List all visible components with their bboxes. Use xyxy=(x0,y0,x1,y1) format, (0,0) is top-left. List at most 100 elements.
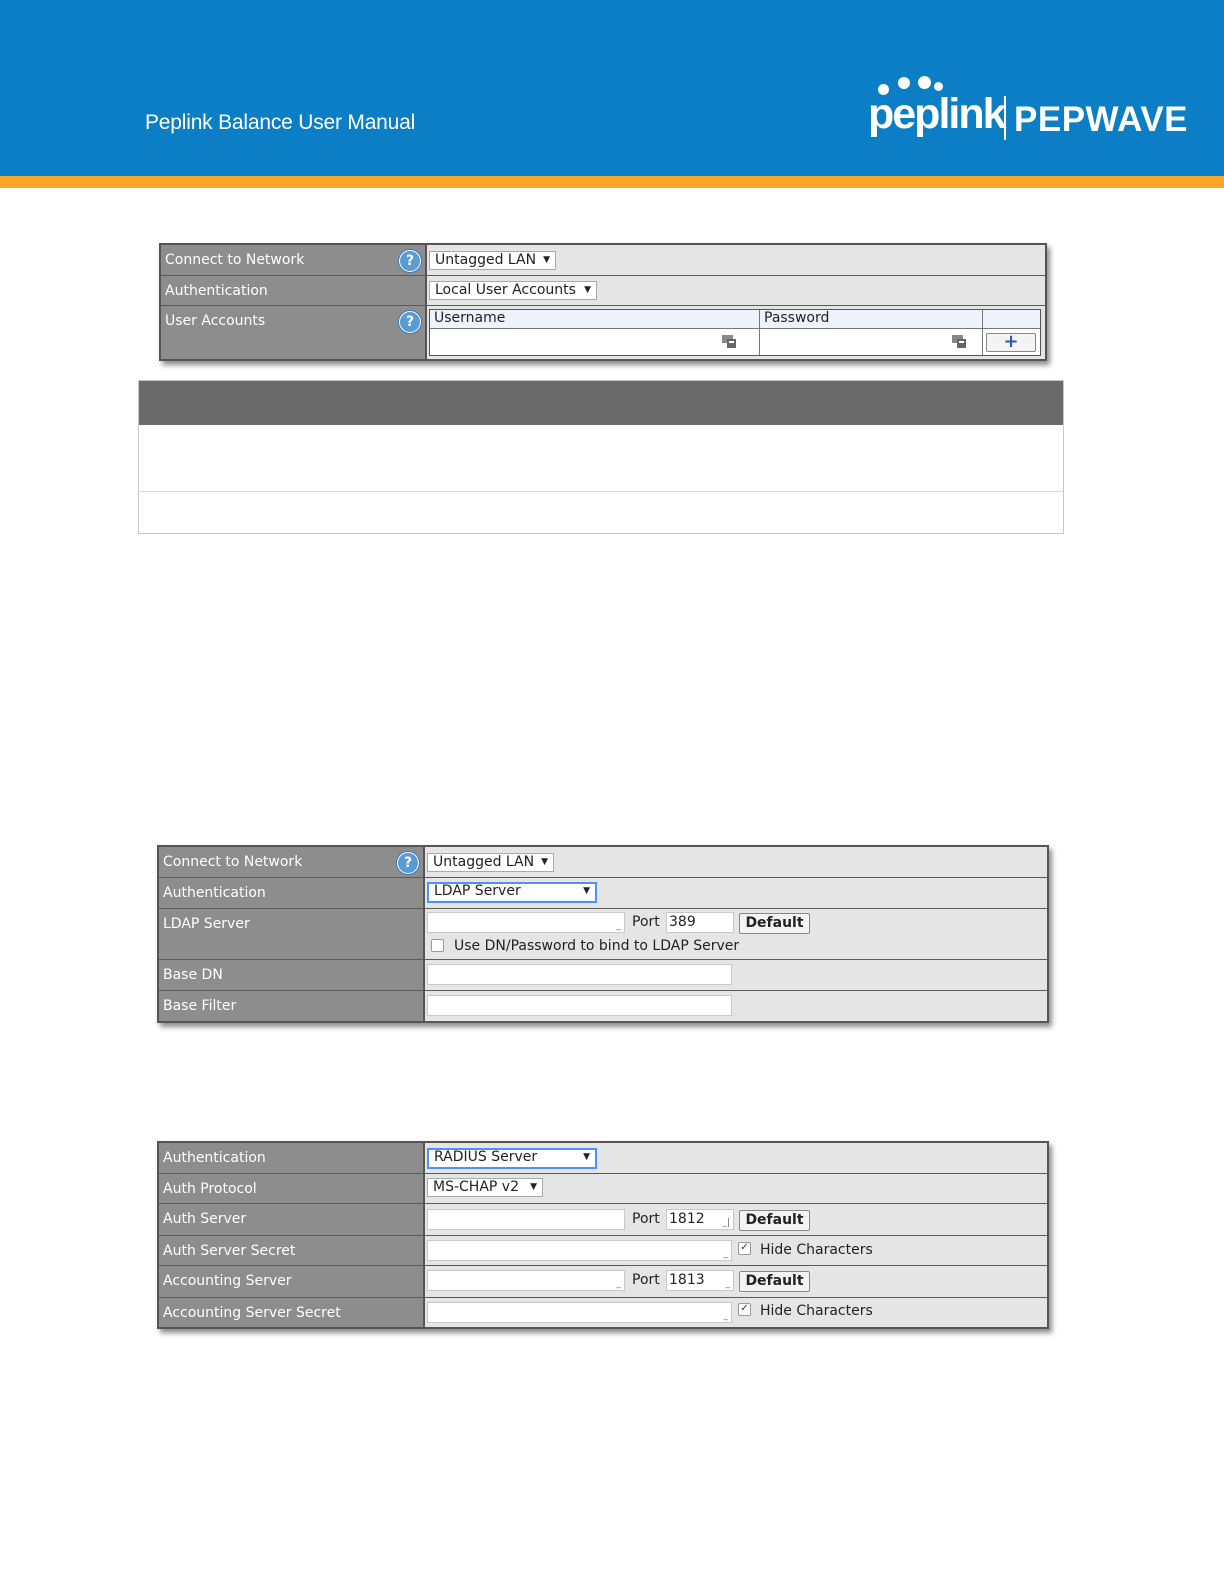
auth-protocol-label: Auth Protocol xyxy=(159,1174,425,1203)
hide-characters-checkbox[interactable]: ✓ xyxy=(738,1303,751,1316)
authentication-label: Authentication xyxy=(159,1143,425,1173)
base-filter-input[interactable] xyxy=(427,995,732,1016)
auth-secret-row: Auth Server Secret _ ✓ Hide Characters xyxy=(159,1236,1047,1266)
help-icon[interactable]: ? xyxy=(399,250,421,272)
auth-port-input[interactable]: 1812 _| xyxy=(666,1209,734,1230)
accounting-port-input[interactable]: 1813 _ xyxy=(666,1270,734,1291)
password-header: Password xyxy=(764,310,830,326)
ldap-port-input[interactable]: 389 xyxy=(666,912,734,933)
base-dn-value xyxy=(425,960,1047,990)
user-accounts-table: Username Password + xyxy=(427,306,1045,359)
authentication-select[interactable]: RADIUS Server ▼ xyxy=(427,1148,597,1169)
auth-secret-value: _ ✓ Hide Characters xyxy=(425,1236,1047,1265)
port-label: Port xyxy=(632,1272,660,1288)
connect-network-select[interactable]: Untagged LAN ▼ xyxy=(427,853,554,872)
manual-title: Peplink Balance User Manual xyxy=(145,111,416,134)
check-icon: ✓ xyxy=(740,1242,749,1253)
ldap-server-input[interactable]: _ xyxy=(427,912,625,933)
grid-divider xyxy=(759,310,760,355)
user-accounts-label: User Accounts ? xyxy=(161,306,427,359)
ldap-default-button[interactable]: Default xyxy=(739,913,810,934)
authentication-row: Authentication LDAP Server ▼ xyxy=(159,878,1047,909)
authentication-row: Authentication RADIUS Server ▼ xyxy=(159,1143,1047,1174)
base-filter-value xyxy=(425,991,1047,1021)
accounts-grid-header xyxy=(430,310,1040,329)
authentication-label: Authentication xyxy=(161,276,427,305)
keyboard-icon[interactable] xyxy=(952,334,966,348)
authentication-value: LDAP Server ▼ xyxy=(425,878,1047,908)
description-table-divider xyxy=(139,491,1063,492)
triangle-down-icon: ▼ xyxy=(583,1152,590,1162)
auth-secret-input[interactable]: _ xyxy=(427,1240,732,1261)
triangle-down-icon: ▼ xyxy=(584,285,591,295)
authentication-row: Authentication Local User Accounts ▼ xyxy=(161,276,1045,306)
user-accounts-row: User Accounts ? Username Password + xyxy=(161,306,1045,359)
base-dn-label: Base DN xyxy=(159,960,425,990)
bind-dn-checkbox[interactable] xyxy=(431,939,444,952)
add-account-button[interactable]: + xyxy=(986,333,1036,352)
port-label: Port xyxy=(632,1211,660,1227)
triangle-down-icon: ▼ xyxy=(543,255,550,265)
bind-dn-checkbox-label: Use DN/Password to bind to LDAP Server xyxy=(454,938,740,954)
auth-secret-label: Auth Server Secret xyxy=(159,1236,425,1265)
auth-protocol-row: Auth Protocol MS-CHAP v2 ▼ xyxy=(159,1174,1047,1204)
connect-network-value: Untagged LAN ▼ xyxy=(425,847,1047,877)
base-dn-row: Base DN xyxy=(159,960,1047,991)
hide-characters-label: Hide Characters xyxy=(760,1242,873,1258)
ldap-server-row: LDAP Server _ Port 389 Default Use DN/Pa… xyxy=(159,909,1047,960)
connect-network-label: Connect to Network ? xyxy=(161,245,427,275)
auth-protocol-value: MS-CHAP v2 ▼ xyxy=(425,1174,1047,1203)
triangle-down-icon: ▼ xyxy=(541,857,548,867)
auth-server-row: Auth Server Port 1812 _| Default xyxy=(159,1204,1047,1236)
base-filter-row: Base Filter xyxy=(159,991,1047,1021)
connect-network-select[interactable]: Untagged LAN ▼ xyxy=(429,251,556,270)
accounting-server-row: Accounting Server _ Port 1813 _ Default xyxy=(159,1266,1047,1298)
ldap-server-value: _ Port 389 Default Use DN/Password to bi… xyxy=(425,909,1047,959)
accounting-secret-row: Accounting Server Secret _ ✓ Hide Charac… xyxy=(159,1298,1047,1327)
hide-characters-label: Hide Characters xyxy=(760,1303,873,1319)
username-input[interactable] xyxy=(432,331,756,353)
hide-characters-checkbox[interactable]: ✓ xyxy=(738,1242,751,1255)
logo-divider xyxy=(1004,96,1006,140)
username-header: Username xyxy=(434,310,506,326)
connect-network-row: Connect to Network ? Untagged LAN ▼ xyxy=(161,245,1045,276)
ldap-form: Connect to Network ? Untagged LAN ▼ Authe… xyxy=(157,845,1049,1023)
grid-divider xyxy=(982,310,983,355)
accounting-server-value: _ Port 1813 _ Default xyxy=(425,1266,1047,1297)
keyboard-icon[interactable] xyxy=(722,334,736,348)
authentication-label: Authentication xyxy=(159,878,425,908)
description-table-header xyxy=(139,381,1063,425)
authentication-select[interactable]: LDAP Server ▼ xyxy=(427,882,597,903)
logo-pepwave: PEPWAVE xyxy=(1014,100,1189,139)
accounting-secret-input[interactable]: _ xyxy=(427,1302,732,1323)
accounting-default-button[interactable]: Default xyxy=(739,1271,810,1292)
accounts-grid: Username Password + xyxy=(429,309,1041,356)
authentication-select[interactable]: Local User Accounts ▼ xyxy=(429,281,597,300)
connect-network-label: Connect to Network ? xyxy=(159,847,425,877)
local-accounts-form: Connect to Network ? Untagged LAN ▼ Authe… xyxy=(159,243,1047,361)
help-icon[interactable]: ? xyxy=(397,852,419,874)
accounting-server-input[interactable]: _ xyxy=(427,1270,625,1291)
auth-server-label: Auth Server xyxy=(159,1204,425,1235)
brand-logo: peplink PEPWAVE xyxy=(868,76,1188,146)
authentication-value: Local User Accounts ▼ xyxy=(427,276,1045,305)
auth-server-input[interactable] xyxy=(427,1209,625,1230)
auth-default-button[interactable]: Default xyxy=(739,1210,810,1231)
check-icon: ✓ xyxy=(740,1303,749,1314)
header-stripe xyxy=(0,176,1224,188)
description-table xyxy=(138,380,1064,534)
triangle-down-icon: ▼ xyxy=(583,886,590,896)
base-filter-label: Base Filter xyxy=(159,991,425,1021)
port-label: Port xyxy=(632,914,660,930)
radius-form: Authentication RADIUS Server ▼ Auth Proto… xyxy=(157,1141,1049,1329)
auth-protocol-select[interactable]: MS-CHAP v2 ▼ xyxy=(427,1178,543,1197)
accounting-secret-value: _ ✓ Hide Characters xyxy=(425,1298,1047,1327)
ldap-server-label: LDAP Server xyxy=(159,909,425,959)
auth-server-value: Port 1812 _| Default xyxy=(425,1204,1047,1235)
base-dn-input[interactable] xyxy=(427,964,732,985)
password-input[interactable] xyxy=(762,331,980,353)
logo-peplink: peplink xyxy=(868,90,1007,138)
authentication-value: RADIUS Server ▼ xyxy=(425,1143,1047,1173)
accounting-secret-label: Accounting Server Secret xyxy=(159,1298,425,1327)
help-icon[interactable]: ? xyxy=(399,311,421,333)
